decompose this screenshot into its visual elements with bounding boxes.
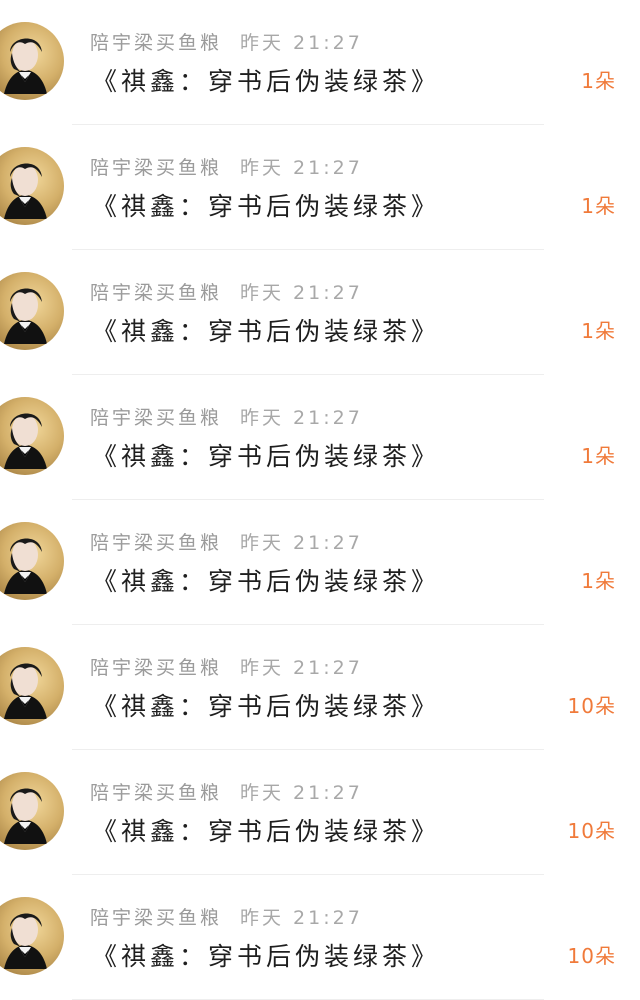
- username[interactable]: 陪宇梁买鱼粮: [90, 153, 222, 180]
- list-item[interactable]: 陪宇梁买鱼粮 昨天 21:27 《祺鑫：穿书后伪装绿茶》 1朵: [0, 250, 640, 375]
- book-title[interactable]: 《祺鑫：穿书后伪装绿茶》: [92, 187, 440, 221]
- gift-count: 1朵: [581, 444, 616, 468]
- user-avatar-icon[interactable]: [0, 272, 64, 350]
- timestamp: 昨天 21:27: [240, 782, 363, 804]
- username[interactable]: 陪宇梁买鱼粮: [90, 778, 222, 805]
- user-avatar-icon[interactable]: [0, 772, 64, 850]
- username[interactable]: 陪宇梁买鱼粮: [90, 28, 222, 55]
- gift-count: 10朵: [567, 944, 616, 968]
- book-title[interactable]: 《祺鑫：穿书后伪装绿茶》: [92, 812, 440, 846]
- timestamp: 昨天 21:27: [240, 32, 363, 54]
- timestamp: 昨天 21:27: [240, 407, 363, 429]
- gift-count: 10朵: [567, 819, 616, 843]
- message-meta: 陪宇梁买鱼粮 昨天 21:27: [90, 528, 363, 554]
- message-meta: 陪宇梁买鱼粮 昨天 21:27: [90, 153, 363, 179]
- username[interactable]: 陪宇梁买鱼粮: [90, 528, 222, 555]
- book-title[interactable]: 《祺鑫：穿书后伪装绿茶》: [92, 937, 440, 971]
- gift-count: 10朵: [567, 694, 616, 718]
- message-meta: 陪宇梁买鱼粮 昨天 21:27: [90, 778, 363, 804]
- list-item[interactable]: 陪宇梁买鱼粮 昨天 21:27 《祺鑫：穿书后伪装绿茶》 1朵: [0, 375, 640, 500]
- avatar-portrait-icon: [4, 163, 47, 219]
- message-meta: 陪宇梁买鱼粮 昨天 21:27: [90, 403, 363, 429]
- list-item[interactable]: 陪宇梁买鱼粮 昨天 21:27 《祺鑫：穿书后伪装绿茶》 10朵: [0, 750, 640, 875]
- timestamp: 昨天 21:27: [240, 907, 363, 929]
- user-avatar-icon[interactable]: [0, 647, 64, 725]
- gift-record-list: 陪宇梁买鱼粮 昨天 21:27 《祺鑫：穿书后伪装绿茶》 1朵 陪宇梁买鱼粮 昨…: [0, 0, 640, 1000]
- username[interactable]: 陪宇梁买鱼粮: [90, 278, 222, 305]
- message-meta: 陪宇梁买鱼粮 昨天 21:27: [90, 903, 363, 929]
- username[interactable]: 陪宇梁买鱼粮: [90, 653, 222, 680]
- username[interactable]: 陪宇梁买鱼粮: [90, 903, 222, 930]
- list-item[interactable]: 陪宇梁买鱼粮 昨天 21:27 《祺鑫：穿书后伪装绿茶》 1朵: [0, 125, 640, 250]
- avatar-portrait-icon: [4, 538, 47, 594]
- timestamp: 昨天 21:27: [240, 657, 363, 679]
- book-title[interactable]: 《祺鑫：穿书后伪装绿茶》: [92, 437, 440, 471]
- message-meta: 陪宇梁买鱼粮 昨天 21:27: [90, 28, 363, 54]
- gift-count: 1朵: [581, 194, 616, 218]
- gift-count: 1朵: [581, 569, 616, 593]
- book-title[interactable]: 《祺鑫：穿书后伪装绿茶》: [92, 312, 440, 346]
- gift-count: 1朵: [581, 69, 616, 93]
- message-meta: 陪宇梁买鱼粮 昨天 21:27: [90, 278, 363, 304]
- list-item[interactable]: 陪宇梁买鱼粮 昨天 21:27 《祺鑫：穿书后伪装绿茶》 10朵: [0, 625, 640, 750]
- message-meta: 陪宇梁买鱼粮 昨天 21:27: [90, 653, 363, 679]
- user-avatar-icon[interactable]: [0, 522, 64, 600]
- username[interactable]: 陪宇梁买鱼粮: [90, 403, 222, 430]
- avatar-portrait-icon: [4, 38, 47, 94]
- avatar-portrait-icon: [4, 413, 47, 469]
- avatar-portrait-icon: [4, 913, 47, 969]
- timestamp: 昨天 21:27: [240, 282, 363, 304]
- avatar-portrait-icon: [4, 788, 47, 844]
- user-avatar-icon[interactable]: [0, 22, 64, 100]
- user-avatar-icon[interactable]: [0, 147, 64, 225]
- user-avatar-icon[interactable]: [0, 397, 64, 475]
- avatar-portrait-icon: [4, 663, 47, 719]
- list-item[interactable]: 陪宇梁买鱼粮 昨天 21:27 《祺鑫：穿书后伪装绿茶》 1朵: [0, 500, 640, 625]
- gift-count: 1朵: [581, 319, 616, 343]
- list-item[interactable]: 陪宇梁买鱼粮 昨天 21:27 《祺鑫：穿书后伪装绿茶》 10朵: [0, 875, 640, 1000]
- timestamp: 昨天 21:27: [240, 532, 363, 554]
- book-title[interactable]: 《祺鑫：穿书后伪装绿茶》: [92, 62, 440, 96]
- avatar-portrait-icon: [4, 288, 47, 344]
- book-title[interactable]: 《祺鑫：穿书后伪装绿茶》: [92, 562, 440, 596]
- user-avatar-icon[interactable]: [0, 897, 64, 975]
- list-item[interactable]: 陪宇梁买鱼粮 昨天 21:27 《祺鑫：穿书后伪装绿茶》 1朵: [0, 0, 640, 125]
- timestamp: 昨天 21:27: [240, 157, 363, 179]
- book-title[interactable]: 《祺鑫：穿书后伪装绿茶》: [92, 687, 440, 721]
